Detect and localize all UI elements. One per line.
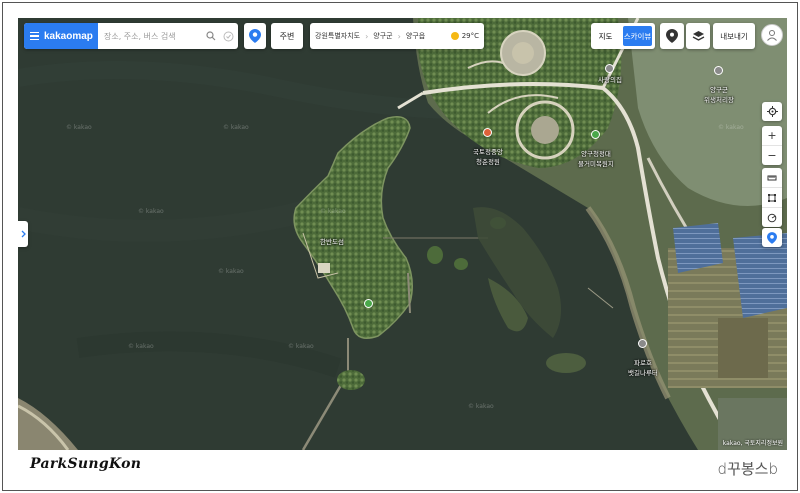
menu-logo-button[interactable]: kakaomap (24, 23, 98, 49)
chevron-right-icon: › (365, 31, 369, 41)
map-watermark: © kakao (288, 343, 314, 350)
panel-toggle-button[interactable] (18, 221, 28, 247)
user-icon (767, 30, 777, 41)
minus-icon: − (767, 149, 777, 162)
roadview-icon (666, 29, 678, 43)
satellite-imagery (18, 18, 787, 450)
distance-tool-button[interactable] (762, 168, 782, 187)
poi-youth-garden[interactable]: 국토정중앙 청춘정원 (473, 120, 503, 166)
favorites-group (762, 228, 782, 247)
map-watermark: © kakao (468, 403, 494, 410)
zoom-out-button[interactable]: − (762, 145, 782, 165)
poi-ferry-terminal[interactable]: 파로호 뱃길나루터 (628, 331, 658, 377)
breadcrumb-town[interactable]: 양구읍 (406, 31, 425, 41)
ferry-icon (638, 339, 648, 348)
weather-temperature: 29°C (461, 32, 479, 40)
current-location-button[interactable] (762, 102, 782, 121)
map-type-normal[interactable]: 지도 (591, 23, 620, 49)
search-input[interactable] (98, 23, 204, 49)
nearby-button[interactable]: 주변 (271, 23, 303, 49)
park-icon (483, 128, 493, 137)
map-watermark: © kakao (718, 124, 744, 131)
poi-label: 양구군 위생처리장 (704, 86, 734, 104)
layers-icon (692, 30, 704, 41)
location-pin-icon (249, 29, 261, 43)
kakaomap-logo: kakaomap (44, 30, 93, 42)
poi-hanbando-island-marker[interactable] (364, 299, 373, 309)
sun-icon (450, 32, 459, 40)
map-type-toggle: 지도 스카이뷰 (591, 23, 655, 49)
poi-sanitation-facility[interactable]: 양구군 위생처리장 (704, 58, 734, 104)
hamburger-icon (30, 31, 39, 41)
favorite-pin-button[interactable] (762, 228, 782, 247)
blog-signature: d꾸봉스b (717, 460, 778, 478)
export-button[interactable]: 내보내기 (713, 23, 755, 49)
map-watermark: © kakao (138, 208, 164, 215)
weather-info: 29°C (450, 32, 479, 40)
poi-label: 한반도섬 (320, 238, 344, 246)
layers-button[interactable] (686, 23, 710, 49)
zoom-in-button[interactable]: + (762, 126, 782, 145)
map-watermark: © kakao (320, 208, 346, 215)
map-type-skyview[interactable]: 스카이뷰 (623, 26, 652, 46)
roadview-button[interactable] (660, 23, 684, 49)
location-pin-icon (767, 231, 777, 244)
poi-hanbando-island[interactable]: 한반도섬 (320, 236, 344, 246)
poi-water-spider-site[interactable]: 양구청정대 물거미복원지 (578, 122, 614, 168)
photographer-signature: ParkSungKon (30, 456, 142, 472)
breadcrumb-province[interactable]: 강원특별자치도 (315, 31, 360, 41)
my-places-button[interactable] (244, 23, 266, 49)
poi-label: 파로호 뱃길나루터 (628, 359, 658, 377)
chevron-right-icon (21, 230, 26, 238)
search-box: kakaomap (24, 23, 238, 49)
location-breadcrumb: 강원특별자치도 › 양구군 › 양구읍 29°C (310, 23, 484, 49)
search-icon[interactable] (204, 29, 218, 43)
zoom-control: + − (762, 126, 782, 165)
plus-icon: + (767, 129, 777, 142)
map-canvas[interactable]: © kakao © kakao © kakao © kakao © kakao … (18, 18, 787, 450)
map-watermark: © kakao (218, 268, 244, 275)
place-icon (364, 299, 373, 308)
user-avatar[interactable] (761, 24, 783, 46)
map-copyright: kakao, 국토지리정보원 (722, 440, 783, 447)
area-icon (768, 193, 776, 202)
ruler-icon (767, 175, 777, 180)
poi-label: 사랑의집 (598, 76, 622, 84)
breadcrumb-county[interactable]: 양구군 (373, 31, 392, 41)
map-watermark: © kakao (128, 343, 154, 350)
area-tool-button[interactable] (762, 187, 782, 207)
crosshair-icon (766, 106, 778, 117)
chevron-right-icon: › (397, 31, 401, 41)
park-icon (591, 130, 601, 139)
poi-label: 양구청정대 물거미복원지 (578, 150, 614, 168)
route-icon[interactable] (221, 29, 235, 43)
map-tools-group (762, 168, 782, 227)
radius-icon (767, 213, 777, 222)
map-watermark: © kakao (223, 124, 249, 131)
poi-clinic[interactable]: 사랑의집 (598, 64, 622, 84)
poi-label: 국토정중앙 청춘정원 (473, 148, 503, 166)
map-watermark: © kakao (66, 124, 92, 131)
radius-tool-button[interactable] (762, 207, 782, 227)
current-location-group (762, 102, 782, 121)
photo-frame: © kakao © kakao © kakao © kakao © kakao … (2, 2, 798, 491)
clinic-icon (605, 64, 615, 73)
facility-icon (714, 66, 724, 75)
